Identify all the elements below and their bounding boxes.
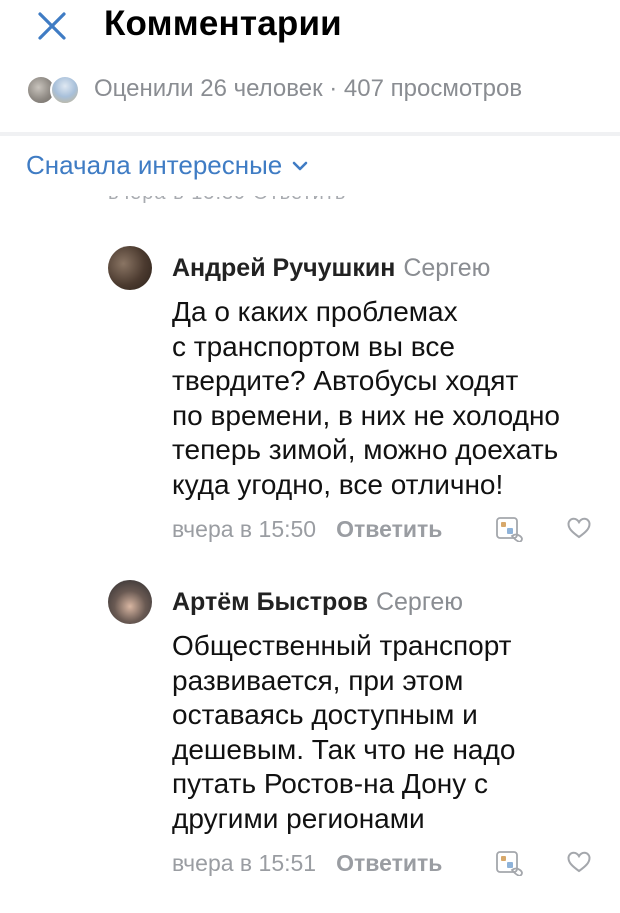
liker-avatars [26,73,88,105]
avatar [50,75,80,105]
heart-icon[interactable] [566,516,592,540]
comment-line: другими регионами [172,802,425,834]
comment-author[interactable]: Артём Быстров Сергею [172,588,463,617]
comment-time: вчера в 15:50 [172,516,317,542]
comment-text: Да о каких проблемах с транспортом вы вс… [172,295,602,502]
comment-line: по времени, в них не холодно [172,399,560,431]
reply-to-name: Сергею [375,588,464,616]
avatar[interactable] [108,246,152,290]
page-title: Комментарии [104,4,342,43]
avatar[interactable] [108,580,152,624]
reply-to-name: Сергею [403,254,491,282]
comment-line: с транспортом вы все [172,330,455,362]
cutoff-text: вчера в 15:39 Ответить [108,196,346,205]
comment-time: вчера в 15:51 [172,850,317,876]
comment-line: Да о каких проблемах [172,296,458,327]
likes-summary[interactable]: Оценили 26 человек · 407 просмотров [26,72,522,106]
comment-line: Общественный транспорт [172,630,512,661]
comment-line: теперь зимой, можно доехать [172,434,559,465]
reply-button[interactable]: Ответить [336,850,442,877]
sticker-reply-icon[interactable] [494,516,526,542]
comment-author[interactable]: Андрей Ручушкин Сергею [172,254,490,283]
stats-text: Оценили 26 человек · 407 просмотров [94,75,523,102]
sort-dropdown[interactable]: Сначала интересные [26,150,308,181]
comment-line: путать Ростов-на Дону с [172,768,489,799]
heart-icon[interactable] [566,850,592,874]
comment-meta: вчера в 15:51 Ответить [172,850,442,877]
sticker-reply-icon[interactable] [494,850,526,876]
comment-text: Общественный транспорт развивается, при … [172,629,602,836]
sort-label: Сначала интересные [26,150,283,180]
author-name: Андрей Ручушкин [172,254,396,282]
comment-line: развивается, при этом [172,664,464,696]
author-name: Артём Быстров [172,588,368,616]
comment-meta: вчера в 15:50 Ответить [172,516,442,543]
header: Комментарии [0,0,620,52]
comment-line: дешевым. Так что не надо [172,733,516,765]
divider [0,132,620,136]
close-icon[interactable] [32,6,72,46]
chevron-down-icon [292,161,308,170]
previous-comment-meta: вчера в 15:39 Ответить [0,196,620,208]
reply-button[interactable]: Ответить [336,516,442,543]
comment-line: оставаясь доступным и [172,699,478,730]
comment-line: твердите? Автобусы ходят [172,365,519,396]
comment-line: куда угодно, все отлично! [172,468,504,500]
